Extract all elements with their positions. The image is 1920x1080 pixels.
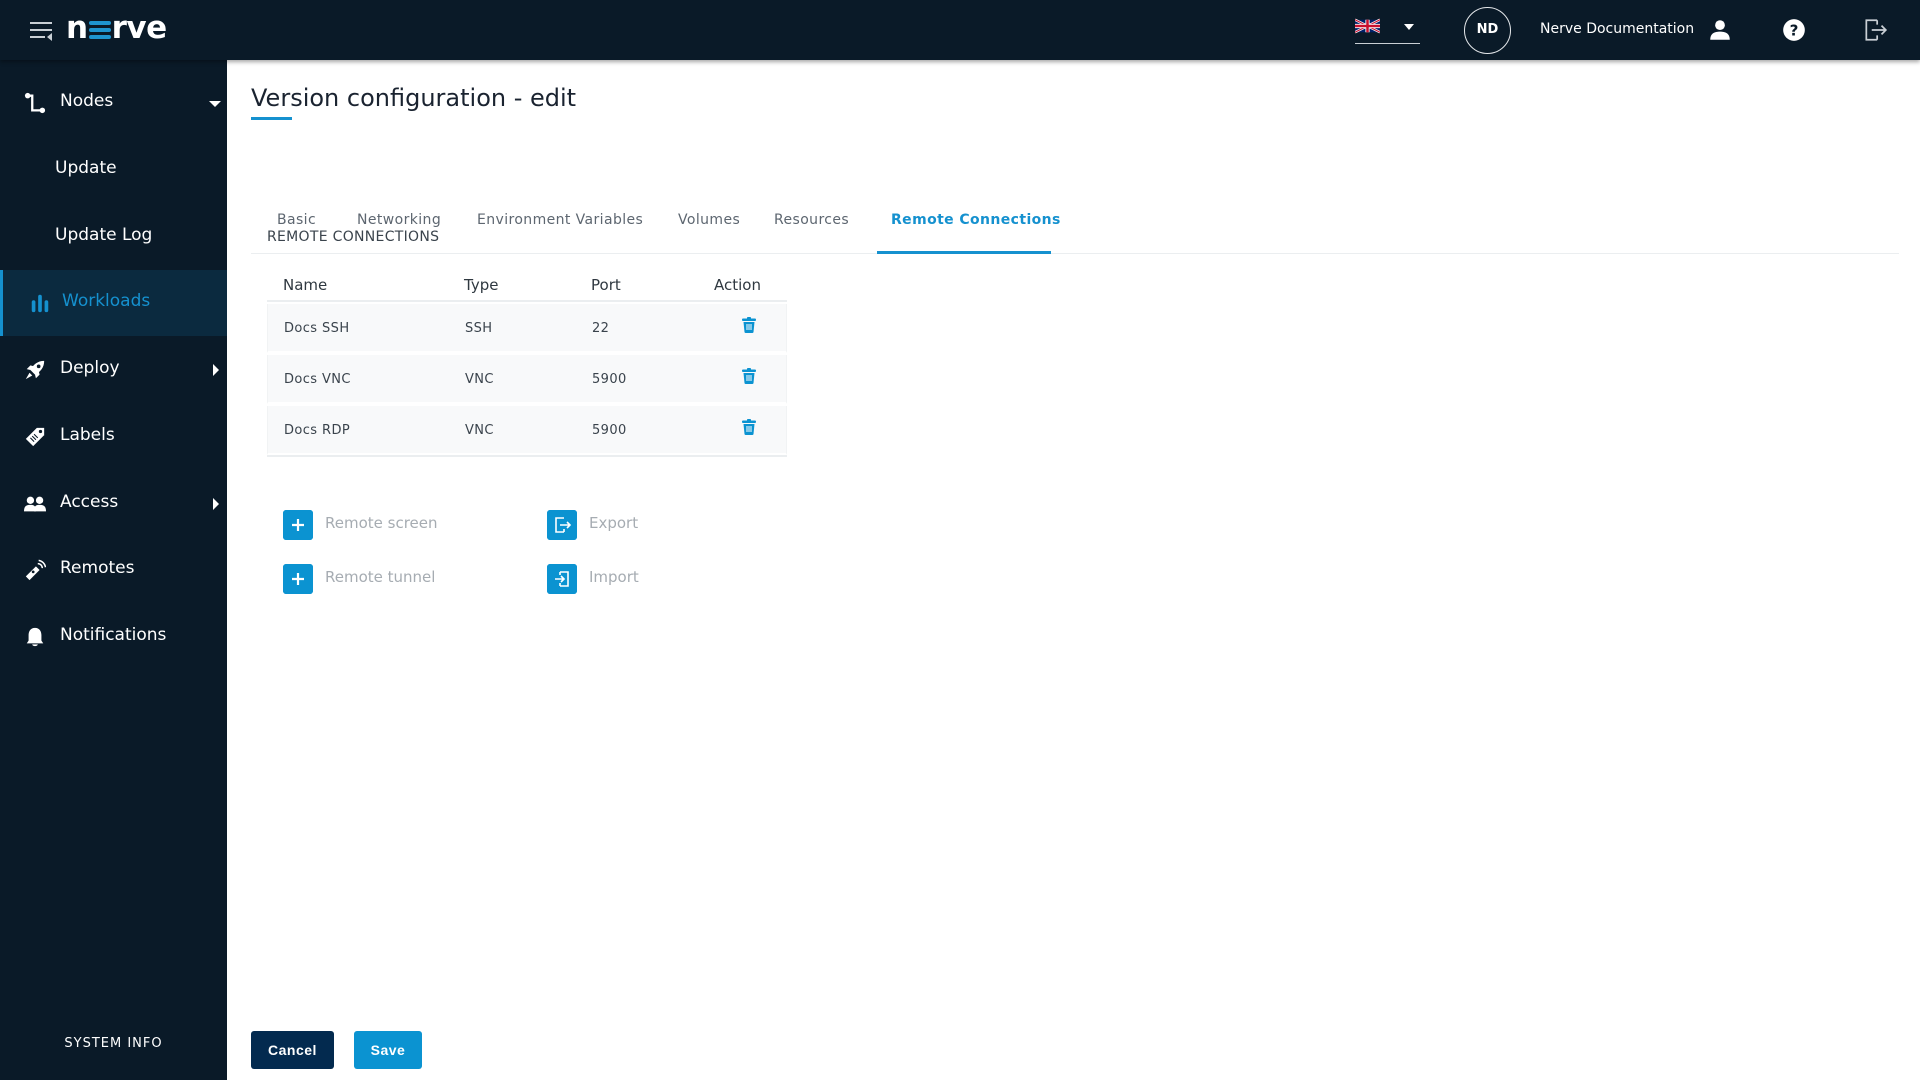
nerve-logo[interactable]: n rve xyxy=(66,10,167,46)
sidebar-item-label: Notifications xyxy=(60,625,167,645)
tag-icon xyxy=(25,427,45,447)
cell-type: VNC xyxy=(465,423,494,438)
add-remote-tunnel-button[interactable]: Remote tunnel xyxy=(283,564,453,594)
tab-remote-connections[interactable]: Remote Connections xyxy=(891,212,1061,228)
sidebar-item-label: Deploy xyxy=(60,358,120,378)
uk-flag-icon xyxy=(1355,18,1380,34)
cell-port: 5900 xyxy=(592,372,627,387)
table-header: Name Type Port Action xyxy=(267,270,787,302)
column-header-type: Type xyxy=(464,276,499,294)
nodes-icon xyxy=(24,92,46,114)
sidebar-item-deploy[interactable]: Deploy xyxy=(0,337,227,403)
cell-name: Docs SSH xyxy=(284,321,350,336)
sidebar-item-update-log[interactable]: Update Log xyxy=(0,204,227,270)
chevron-down-icon xyxy=(209,101,221,107)
svg-text:?: ? xyxy=(1790,21,1799,39)
remote-icon xyxy=(25,559,46,581)
sidebar-item-label: Workloads xyxy=(62,291,151,311)
trash-icon[interactable] xyxy=(742,368,756,384)
sidebar-item-notifications[interactable]: Notifications xyxy=(0,604,227,670)
sidebar-item-label: Access xyxy=(60,492,119,512)
top-bar: n rve ND Nerve Documentation ? xyxy=(0,0,1920,60)
user-name: Nerve Documentation xyxy=(1540,21,1695,37)
column-header-port: Port xyxy=(591,276,621,294)
sidebar-item-label: Update xyxy=(55,158,117,178)
remote-tunnel-label: Remote tunnel xyxy=(325,568,436,586)
remote-screen-label: Remote screen xyxy=(325,514,438,532)
bell-icon xyxy=(26,627,44,647)
trash-icon[interactable] xyxy=(742,317,756,333)
cell-type: SSH xyxy=(465,321,493,336)
help-icon[interactable]: ? xyxy=(1781,17,1807,43)
active-tab-indicator xyxy=(877,251,1051,254)
save-button[interactable]: Save xyxy=(354,1031,422,1069)
cancel-button[interactable]: Cancel xyxy=(251,1031,334,1069)
users-icon xyxy=(24,496,46,512)
sidebar-item-label: Nodes xyxy=(60,91,114,111)
table-bottom-border xyxy=(267,455,787,457)
chevron-down-icon xyxy=(1404,24,1414,30)
trash-icon[interactable] xyxy=(742,419,756,435)
system-info-link[interactable]: SYSTEM INFO xyxy=(0,1036,227,1051)
cell-port: 22 xyxy=(592,321,610,336)
sidebar-item-workloads[interactable]: Workloads xyxy=(0,270,227,336)
add-remote-screen-button[interactable]: Remote screen xyxy=(283,510,453,540)
tab-bar: Basic Networking Environment Variables V… xyxy=(251,190,1899,254)
section-title: REMOTE CONNECTIONS xyxy=(267,229,440,245)
table-row: Docs VNC VNC 5900 xyxy=(267,355,787,404)
tab-resources[interactable]: Resources xyxy=(774,212,849,228)
user-icon[interactable] xyxy=(1707,17,1733,43)
chevron-right-icon xyxy=(213,364,219,376)
import-icon xyxy=(547,564,577,594)
language-selector[interactable] xyxy=(1355,14,1420,44)
logout-icon[interactable] xyxy=(1862,17,1888,43)
sidebar: Nodes Update Update Log Workloads Deploy xyxy=(0,60,227,1080)
import-button[interactable]: Import xyxy=(547,564,657,594)
sidebar-item-label: Update Log xyxy=(55,225,153,245)
menu-toggle-icon[interactable] xyxy=(30,20,52,41)
plus-icon xyxy=(283,564,313,594)
cell-type: VNC xyxy=(465,372,494,387)
import-label: Import xyxy=(589,568,639,586)
remote-connections-table: Name Type Port Action Docs SSH SSH 22 Do… xyxy=(267,270,787,457)
column-header-action: Action xyxy=(714,276,761,294)
avatar[interactable]: ND xyxy=(1464,7,1511,54)
rocket-icon xyxy=(25,360,45,380)
sidebar-item-label: Remotes xyxy=(60,558,135,578)
export-label: Export xyxy=(589,514,639,532)
main-content: Version configuration - edit Basic Netwo… xyxy=(227,60,1920,1080)
export-icon xyxy=(547,510,577,540)
tab-networking[interactable]: Networking xyxy=(357,212,441,228)
tab-environment-variables[interactable]: Environment Variables xyxy=(477,212,643,228)
sidebar-item-label: Labels xyxy=(60,425,115,445)
sidebar-item-access[interactable]: Access xyxy=(0,471,227,537)
cell-name: Docs RDP xyxy=(284,423,351,438)
sidebar-item-update[interactable]: Update xyxy=(0,137,227,203)
column-header-name: Name xyxy=(283,276,328,294)
table-row: Docs SSH SSH 22 xyxy=(267,304,787,353)
sidebar-item-nodes[interactable]: Nodes xyxy=(0,70,227,136)
cell-name: Docs VNC xyxy=(284,372,351,387)
plus-icon xyxy=(283,510,313,540)
export-button[interactable]: Export xyxy=(547,510,657,540)
sidebar-item-labels[interactable]: Labels xyxy=(0,404,227,470)
tab-basic[interactable]: Basic xyxy=(277,212,316,228)
table-row: Docs RDP VNC 5900 xyxy=(267,406,787,455)
chevron-right-icon xyxy=(213,498,219,510)
title-underline xyxy=(251,117,292,120)
page-title: Version configuration - edit xyxy=(251,84,577,112)
workloads-icon xyxy=(31,294,49,313)
cell-port: 5900 xyxy=(592,423,627,438)
tab-volumes[interactable]: Volumes xyxy=(678,212,740,228)
sidebar-item-remotes[interactable]: Remotes xyxy=(0,537,227,603)
